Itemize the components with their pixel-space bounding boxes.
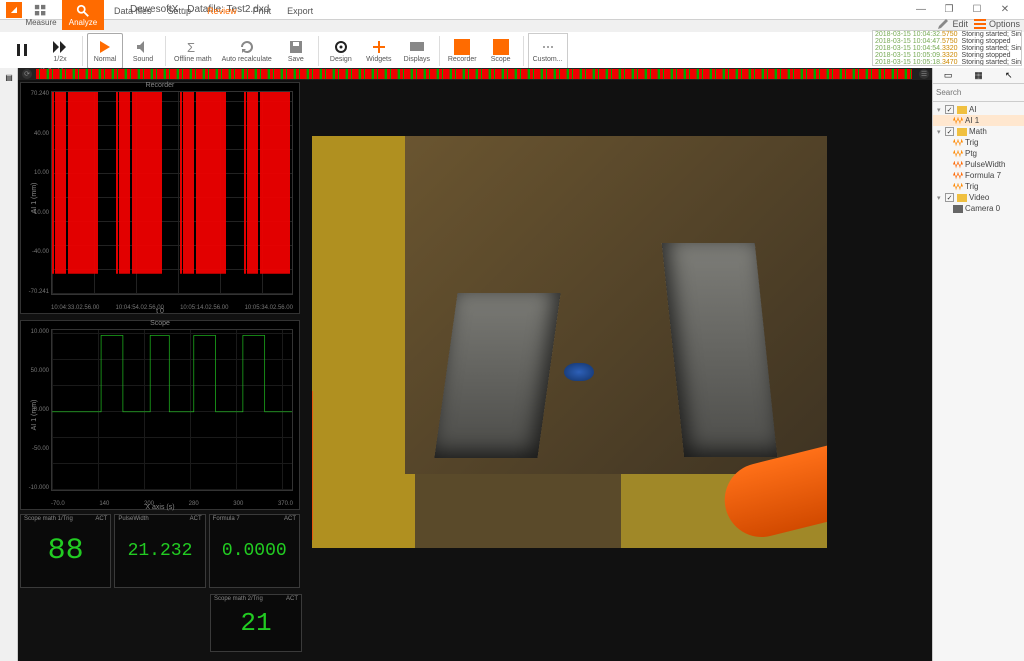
overview-strip[interactable]: ⟳ d1.0 s/d ☰ xyxy=(18,68,932,80)
digital-4[interactable]: Scope math 2/Trig ACT 21 xyxy=(210,594,302,652)
scope-xlabel: X axis (s) xyxy=(145,504,174,511)
tree-formula7[interactable]: Formula 7 xyxy=(933,170,1024,181)
recorder-title: Recorder xyxy=(146,82,175,89)
pause-icon xyxy=(14,42,30,58)
digital-3-value: 0.0000 xyxy=(222,541,287,561)
subtab-review[interactable]: Review xyxy=(201,4,243,18)
window-close[interactable]: ✕ xyxy=(992,2,1018,18)
tree-trig2[interactable]: Trig xyxy=(933,181,1024,192)
overview-right-handle[interactable]: ☰ xyxy=(919,69,929,79)
channel-tab-grid[interactable]: ▦ xyxy=(963,68,993,83)
window-minimize[interactable]: — xyxy=(908,2,934,18)
sound-button[interactable]: Sound xyxy=(125,33,161,69)
search-input[interactable] xyxy=(936,88,1024,97)
tab-measure[interactable]: Measure xyxy=(20,0,62,30)
search-icon xyxy=(76,4,90,18)
recorder-xaxis: 10:04:33.02.56.00 10:04:54.02.56.00 10:0… xyxy=(51,305,293,311)
recorder-icon xyxy=(454,39,470,55)
plus-icon xyxy=(371,39,387,55)
svg-text:Σ: Σ xyxy=(187,40,195,55)
refresh-icon xyxy=(239,39,255,55)
digital-1[interactable]: Scope math 1/Trig ACT 88 xyxy=(20,514,111,588)
tree-ptg[interactable]: Ptg xyxy=(933,148,1024,159)
scope-icon xyxy=(493,39,509,55)
grid-icon xyxy=(34,4,48,18)
video-frame xyxy=(312,136,827,548)
offline-math-button[interactable]: ΣOffline math xyxy=(170,33,216,69)
replay-mode-label: Normal xyxy=(94,56,117,63)
speaker-icon xyxy=(135,39,151,55)
channel-search[interactable]: 🔍 xyxy=(933,84,1024,102)
tab-analyze-label: Analyze xyxy=(69,18,97,27)
scope-button[interactable]: Scope xyxy=(483,33,519,69)
replay-icon xyxy=(97,39,113,55)
subtab-export[interactable]: Export xyxy=(281,4,319,18)
tree-ai1[interactable]: AI 1 xyxy=(933,115,1024,126)
rail-collapse[interactable]: ▤ xyxy=(1,69,17,85)
subtab-print[interactable]: Print xyxy=(247,4,278,18)
scope-yaxis: 10.000 50.000 0.000 -50.00 -10.000 xyxy=(25,329,49,491)
recorder-panel[interactable]: Recorder AI 1 (mm) 70.240 40.00 10.00 -1… xyxy=(20,82,300,314)
widgets-button[interactable]: Widgets xyxy=(361,33,397,69)
tree-trig[interactable]: Trig xyxy=(933,137,1024,148)
options-button[interactable]: Options xyxy=(974,18,1020,30)
digital-2-value: 21.232 xyxy=(128,541,193,561)
save-icon xyxy=(288,39,304,55)
sigma-icon: Σ xyxy=(185,39,201,55)
window-restore[interactable]: ❐ xyxy=(936,2,962,18)
subtab-setup[interactable]: Setup xyxy=(162,4,198,18)
custom-button[interactable]: Custom... xyxy=(528,33,568,69)
subtab-data-files[interactable]: Data files xyxy=(108,4,158,18)
window-maximize[interactable]: ☐ xyxy=(964,2,990,18)
save-button[interactable]: Save xyxy=(278,33,314,69)
event-log[interactable]: 2018-03-15 10:04:32.5750Storing started;… xyxy=(872,30,1022,66)
overview-data xyxy=(36,69,912,79)
left-rail: ▤ xyxy=(0,68,18,661)
bars-icon xyxy=(974,18,986,30)
scope-plot[interactable] xyxy=(51,329,293,491)
auto-recalc-button[interactable]: Auto recalculate xyxy=(218,33,276,69)
dots-icon xyxy=(540,39,556,55)
digital-4-value: 21 xyxy=(240,608,271,638)
displays-button[interactable]: Displays xyxy=(399,33,435,69)
scope-panel[interactable]: Scope AI 1 (mm) 10.000 50.000 0.000 -50.… xyxy=(20,320,300,510)
edit-button[interactable]: Edit xyxy=(937,18,968,30)
channel-tab-cursor[interactable]: ↖ xyxy=(994,68,1024,83)
displays-icon xyxy=(409,39,425,55)
fast-button[interactable]: 1/2x xyxy=(42,33,78,69)
recorder-plot[interactable] xyxy=(51,91,293,295)
recorder-yaxis: 70.240 40.00 10.00 -10.00 -40.00 -70.241 xyxy=(25,91,49,295)
overview-left-handle[interactable]: ⟳ xyxy=(22,69,32,79)
recorder-button[interactable]: Recorder xyxy=(444,33,481,69)
digital-1-value: 88 xyxy=(48,534,84,568)
digital-2[interactable]: PulseWidth ACT 21.232 xyxy=(114,514,205,588)
design-button[interactable]: Design xyxy=(323,33,359,69)
tree-pulsewidth[interactable]: PulseWidth xyxy=(933,159,1024,170)
channel-panel: ▭ ▦ ↖ 🔍 ▾AI AI 1 ▾Math Trig Ptg PulseWid… xyxy=(932,68,1024,661)
pause-button[interactable] xyxy=(4,33,40,69)
tab-analyze[interactable]: Analyze xyxy=(62,0,104,30)
fast-forward-icon xyxy=(52,39,68,55)
replay-mode-button[interactable]: Normal xyxy=(87,33,123,69)
channel-tree[interactable]: ▾AI AI 1 ▾Math Trig Ptg PulseWidth Formu… xyxy=(933,102,1024,216)
main-view: ⟳ d1.0 s/d ☰ Recorder AI 1 (mm) 70.240 4… xyxy=(18,68,932,661)
video-panel[interactable] xyxy=(312,136,827,548)
scope-title: Scope xyxy=(150,320,170,327)
channel-tab-list[interactable]: ▭ xyxy=(933,68,963,83)
gear-icon xyxy=(333,39,349,55)
digital-3[interactable]: Formula 7 ACT 0.0000 xyxy=(209,514,300,588)
tab-measure-label: Measure xyxy=(25,18,56,27)
recorder-xlabel: t 0 xyxy=(156,308,164,315)
tree-camera0[interactable]: Camera 0 xyxy=(933,203,1024,214)
pencil-icon xyxy=(937,18,949,30)
scope-trace xyxy=(52,330,292,417)
